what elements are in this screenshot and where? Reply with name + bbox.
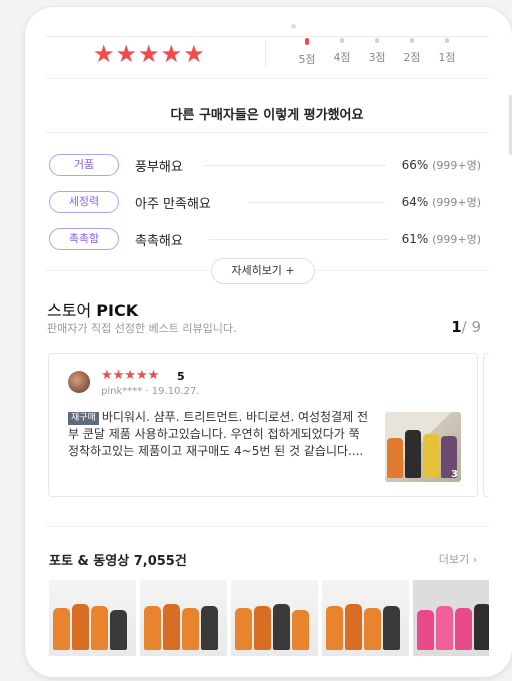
attribute-text: 촉촉해요 bbox=[135, 234, 183, 249]
rating-bar-4[interactable]: 4점 bbox=[327, 38, 357, 65]
evaluation-heading: 다른 구매자들은 이렇게 평가했어요 bbox=[170, 108, 364, 123]
rebuy-badge: 재구매 bbox=[68, 412, 99, 425]
photo-thumbnail[interactable] bbox=[231, 580, 318, 656]
attribute-row-moisture: 촉촉함 촉촉해요 61% (999+명) bbox=[49, 228, 481, 252]
photo-thumbnail[interactable] bbox=[140, 580, 227, 656]
store-pick-title: 스토어 PICK bbox=[47, 301, 139, 320]
average-rating-stars: ★★★★★ bbox=[93, 40, 206, 68]
divider bbox=[45, 78, 489, 79]
photo-section-title: 포토 & 동영상 7,055건 bbox=[49, 554, 187, 569]
attribute-text: 풍부해요 bbox=[135, 160, 183, 175]
rating-bar-label: 3점 bbox=[368, 51, 386, 64]
photo-thumbnail[interactable] bbox=[413, 580, 489, 656]
attribute-percent: 66% (999+명) bbox=[401, 158, 481, 172]
dotted-leader bbox=[209, 239, 387, 240]
attribute-tag: 세정력 bbox=[49, 191, 119, 213]
review-screen: ★★★★★ 5점 4점 3점 2점 1점 다른 구매자들은 이렇게 평가했어요 … bbox=[45, 36, 489, 656]
avatar bbox=[68, 371, 90, 393]
attribute-percent: 61% (999+명) bbox=[401, 232, 481, 246]
rating-bar-1[interactable]: 1점 bbox=[432, 38, 462, 65]
next-card-edge[interactable] bbox=[483, 353, 489, 497]
rating-bar-label: 1점 bbox=[438, 51, 456, 64]
attribute-tag: 거품 bbox=[49, 154, 119, 176]
dotted-leader bbox=[249, 202, 386, 203]
photo-thumbnail[interactable] bbox=[322, 580, 409, 656]
pick-pagination: 1/ 9 bbox=[451, 318, 481, 336]
divider bbox=[45, 132, 489, 133]
attribute-percent: 64% (999+명) bbox=[401, 195, 481, 209]
review-stars: ★★★★★ bbox=[101, 368, 160, 383]
rating-bar-3[interactable]: 3점 bbox=[362, 38, 392, 65]
rating-bar-label: 2점 bbox=[403, 51, 421, 64]
top-divider bbox=[45, 36, 489, 37]
store-pick-subtitle: 판매자가 직접 선정한 베스트 리뷰입니다. bbox=[47, 322, 237, 335]
dotted-leader bbox=[205, 165, 385, 166]
rating-bar-label: 5점 bbox=[298, 53, 316, 66]
photo-thumbnail-strip bbox=[49, 580, 489, 656]
rating-bar-2[interactable]: 2점 bbox=[397, 38, 427, 65]
review-score: 5 bbox=[177, 370, 185, 383]
pick-review-card[interactable]: ★★★★★ 5 pink**** · 19.10.27. 재구매 바디워시. 샴푸… bbox=[48, 353, 478, 497]
attribute-row-foam: 거품 풍부해요 66% (999+명) bbox=[49, 154, 481, 178]
attribute-tag: 촉촉함 bbox=[49, 228, 119, 250]
review-photo[interactable]: 3 bbox=[385, 412, 461, 482]
rating-bar-5[interactable]: 5점 bbox=[292, 38, 322, 67]
photo-thumbnail[interactable] bbox=[49, 580, 136, 656]
see-more-button[interactable]: 자세히보기 + bbox=[211, 258, 315, 284]
attribute-row-cleansing: 세정력 아주 만족해요 64% (999+명) bbox=[49, 191, 481, 215]
photo-more-link[interactable]: 더보기 › bbox=[439, 551, 477, 567]
review-text: 재구매 바디워시. 샴푸. 트리트먼트. 바디로션. 여성청결제 전부 쿤달 제품… bbox=[68, 410, 369, 458]
divider bbox=[45, 526, 489, 527]
review-author: pink**** · 19.10.27. bbox=[101, 386, 200, 397]
rating-bar-label: 4점 bbox=[333, 51, 351, 64]
camera-dot bbox=[291, 24, 296, 29]
photo-count: 3 bbox=[451, 469, 458, 480]
rating-divider bbox=[265, 40, 266, 68]
attribute-text: 아주 만족해요 bbox=[135, 197, 211, 212]
